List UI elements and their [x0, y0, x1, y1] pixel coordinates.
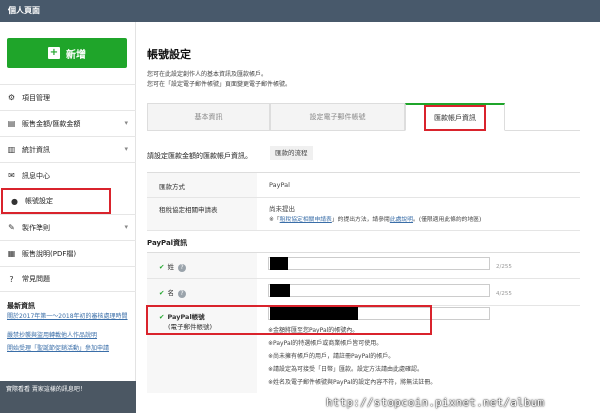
chevron-down-icon: ▾ — [124, 119, 128, 127]
news-link[interactable]: 嚴禁抄襲與盜用轉載他人作品說明 — [7, 332, 131, 340]
payout-flow-button[interactable]: 匯款的流程 — [270, 146, 313, 160]
sidebar-item-sales[interactable]: ▤ 販售金額/匯款金額 ▾ — [0, 110, 136, 136]
paypal-note: ※尚未擁有帳戶的用戶，請註冊PayPal的帳戶。 — [268, 353, 395, 360]
description-line: 您可在「設定電子郵件帳號」頁面變更電子郵件帳號。 — [147, 81, 292, 88]
mail-icon: ✉ — [8, 171, 15, 180]
sidebar-item-label: 常見問題 — [22, 275, 50, 283]
table-row: 租稅協定相關申請表 尚未提出 ※「租稅協定相關申請表」的提出方法，請參閱此處說明… — [147, 198, 580, 231]
top-bar: 個人頁面 — [0, 0, 600, 22]
sidebar-item-label: 訊息中心 — [22, 171, 50, 180]
sidebar-item-guidelines[interactable]: ✎ 製作準則 ▾ — [0, 214, 136, 240]
tab-label: 匯款帳戶資訊 — [424, 104, 486, 131]
page-title: 個人頁面 — [8, 6, 40, 15]
user-icon: ● — [11, 196, 18, 206]
field-label: 姓 — [167, 263, 174, 271]
news-link[interactable]: 開始受理「聖誕節促銷活動」參加申請 — [7, 345, 131, 353]
watermark: http://stopcoin.pixnet.net/album — [326, 396, 545, 409]
sidebar-item-account-settings[interactable]: ● 帳號設定 — [1, 188, 111, 214]
pencil-icon: ✎ — [8, 223, 15, 232]
paypal-note: ※請設定為可接受「日幣」匯款。設定方法請由此處確認。 — [268, 366, 424, 373]
contract-form-link[interactable]: 租稅協定相關申請表 — [280, 217, 332, 223]
description-line: 您可在此設定創作人的基本資訊及匯款帳戶。 — [147, 71, 268, 78]
promo-banner[interactable]: 實際看看 賣家這樣的訊息吧！ — [0, 381, 136, 413]
tab-label: 基本資訊 — [194, 113, 223, 121]
field-label: 名 — [167, 289, 174, 297]
new-button-label: 新增 — [66, 49, 86, 61]
new-button[interactable]: + 新增 — [7, 38, 127, 68]
method-value: PayPal — [269, 181, 290, 189]
sidebar-item-faq[interactable]: ? 常見問題 — [0, 266, 136, 292]
chevron-down-icon: ▾ — [124, 145, 128, 153]
tab-basic-info[interactable]: 基本資訊 — [147, 103, 270, 131]
chart-icon: ▥ — [7, 145, 16, 154]
gear-icon: ⚙ — [7, 93, 16, 102]
note-text: 。(僅限適用此條約的地區) — [413, 217, 482, 223]
tab-label: 設定電子郵件帳號 — [309, 113, 366, 121]
explanation-link[interactable]: 此處說明 — [390, 217, 413, 223]
required-check-icon: ✔ — [159, 289, 165, 297]
last-name-input[interactable] — [268, 257, 490, 270]
sidebar-item-label: 製作準則 — [22, 223, 50, 232]
sidebar-item-stats[interactable]: ▥ 統計資訊 ▾ — [0, 136, 136, 162]
table-row: 匯款方式 PayPal — [147, 173, 580, 198]
required-check-icon: ✔ — [159, 263, 165, 271]
tab-email-settings[interactable]: 設定電子郵件帳號 — [270, 103, 405, 131]
contract-label: 租稅協定相關申請表 — [147, 198, 257, 230]
char-counter: 4/255 — [496, 291, 512, 297]
sidebar-item-label: 販售金額/匯款金額 — [22, 119, 81, 128]
sidebar-item-sales-guide-pdf[interactable]: ▦ 販售說明(PDF檔) — [0, 240, 136, 266]
paypal-note: ※姓名及電子郵件帳號與PayPal的設定內容不符，將無法註冊。 — [268, 379, 437, 386]
sidebar-item-label: 販售說明(PDF檔) — [22, 249, 77, 258]
contract-note: ※「租稅協定相關申請表」的提出方法，請參閱此處說明。(僅限適用此條約的地區) — [269, 214, 569, 223]
book-icon: ▦ — [7, 249, 16, 258]
document-icon: ▤ — [7, 119, 16, 128]
redaction-block — [270, 284, 290, 297]
first-name-input[interactable] — [268, 284, 490, 297]
note-text: 」的提出方法，請參閱 — [331, 217, 390, 223]
note-text: ※「 — [269, 217, 280, 223]
first-name-label: ✔ 名? — [147, 279, 257, 305]
redaction-block — [270, 257, 288, 270]
section-instruction: 請設定匯款金額的匯款帳戶資訊。 — [147, 152, 252, 160]
payout-table: 匯款方式 PayPal 租稅協定相關申請表 尚未提出 ※「租稅協定相關申請表」的… — [147, 172, 580, 232]
contract-status: 尚未提出 — [269, 205, 295, 213]
news-link[interactable]: 關於2017年第一～2018年初的審核處理時間 — [7, 313, 131, 321]
highlight-annotation — [146, 305, 432, 335]
sidebar-item-label: 帳號設定 — [25, 197, 53, 205]
sidebar-item-label: 統計資訊 — [22, 145, 50, 154]
tab-bar: 基本資訊 設定電子郵件帳號 匯款帳戶資訊 — [147, 103, 580, 131]
paypal-note: ※PayPal的特選帳戶或商業帳戶皆可使用。 — [268, 340, 383, 347]
method-label: 匯款方式 — [147, 173, 257, 197]
paypal-section-heading: PayPal資訊 — [147, 239, 188, 247]
sidebar-item-label: 項目管理 — [22, 93, 50, 102]
help-icon[interactable]: ? — [177, 290, 186, 298]
question-icon: ? — [9, 274, 14, 284]
sidebar: + 新增 ⚙ 項目管理 ▤ 販售金額/匯款金額 ▾ ▥ 統計資訊 ▾ ✉ 訊息中… — [0, 22, 136, 413]
char-counter: 2/255 — [496, 264, 512, 270]
chevron-down-icon: ▾ — [124, 223, 128, 231]
last-name-label: ✔ 姓? — [147, 253, 257, 278]
plus-icon: + — [48, 47, 60, 59]
sidebar-item-projects[interactable]: ⚙ 項目管理 — [0, 84, 136, 110]
help-icon[interactable]: ? — [177, 264, 186, 272]
page-heading: 帳號設定 — [147, 48, 191, 61]
sidebar-item-messages[interactable]: ✉ 訊息中心 — [0, 162, 136, 188]
tab-payout-account[interactable]: 匯款帳戶資訊 — [405, 103, 505, 131]
news-title: 最新資訊 — [7, 302, 35, 310]
